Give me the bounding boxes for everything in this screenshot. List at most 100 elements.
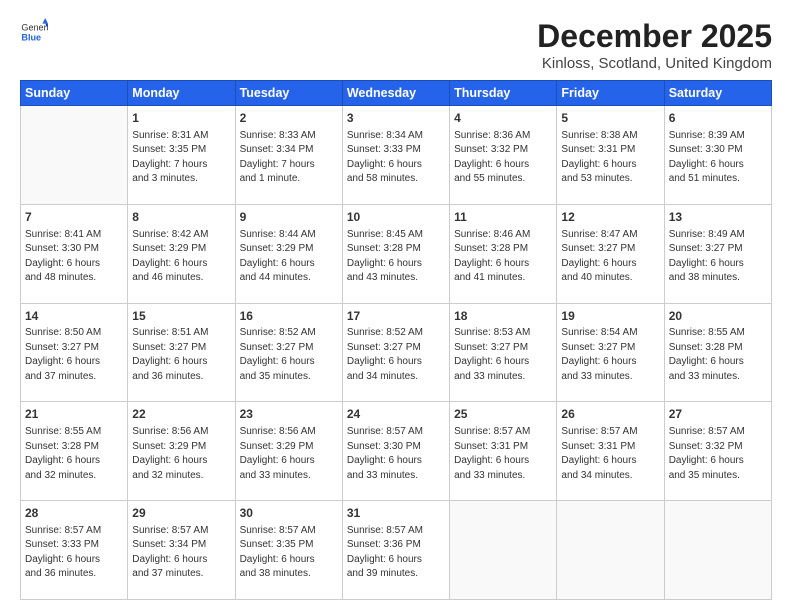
table-row: 25 Sunrise: 8:57 AM Sunset: 3:31 PM Dayli… xyxy=(450,402,557,501)
day-number: 23 xyxy=(240,406,338,423)
day-info: Sunrise: 8:57 AM Sunset: 3:36 PM Dayligh… xyxy=(347,524,445,582)
day-number: 21 xyxy=(25,406,123,423)
day-info: Sunrise: 8:46 AM Sunset: 3:28 PM Dayligh… xyxy=(454,228,552,286)
day-info: Sunrise: 8:57 AM Sunset: 3:32 PM Dayligh… xyxy=(669,425,767,483)
day-number: 24 xyxy=(347,406,445,423)
table-row: 3 Sunrise: 8:34 AM Sunset: 3:33 PM Daylig… xyxy=(342,106,449,205)
day-info: Sunrise: 8:57 AM Sunset: 3:31 PM Dayligh… xyxy=(454,425,552,483)
day-number: 9 xyxy=(240,209,338,226)
table-row: 5 Sunrise: 8:38 AM Sunset: 3:31 PM Daylig… xyxy=(557,106,664,205)
table-row: 10 Sunrise: 8:45 AM Sunset: 3:28 PM Dayli… xyxy=(342,204,449,303)
col-tuesday: Tuesday xyxy=(235,81,342,106)
day-number: 19 xyxy=(561,308,659,325)
day-number: 18 xyxy=(454,308,552,325)
day-info: Sunrise: 8:56 AM Sunset: 3:29 PM Dayligh… xyxy=(132,425,230,483)
day-number: 5 xyxy=(561,110,659,127)
table-row: 6 Sunrise: 8:39 AM Sunset: 3:30 PM Daylig… xyxy=(664,106,771,205)
day-number: 6 xyxy=(669,110,767,127)
day-number: 13 xyxy=(669,209,767,226)
day-info: Sunrise: 8:31 AM Sunset: 3:35 PM Dayligh… xyxy=(132,129,230,187)
day-number: 22 xyxy=(132,406,230,423)
table-row: 14Sunrise: 8:50 AM Sunset: 3:27 PM Dayli… xyxy=(21,303,128,402)
day-info: Sunrise: 8:36 AM Sunset: 3:32 PM Dayligh… xyxy=(454,129,552,187)
day-number: 26 xyxy=(561,406,659,423)
table-row: 16Sunrise: 8:52 AM Sunset: 3:27 PM Dayli… xyxy=(235,303,342,402)
table-row: 26 Sunrise: 8:57 AM Sunset: 3:31 PM Dayli… xyxy=(557,402,664,501)
table-row: 4 Sunrise: 8:36 AM Sunset: 3:32 PM Daylig… xyxy=(450,106,557,205)
title-block: December 2025 Kinloss, Scotland, United … xyxy=(537,18,772,72)
day-info: Sunrise: 8:52 AM Sunset: 3:27 PM Dayligh… xyxy=(240,326,338,384)
day-number: 4 xyxy=(454,110,552,127)
table-row xyxy=(664,501,771,600)
day-info: Sunrise: 8:55 AM Sunset: 3:28 PM Dayligh… xyxy=(669,326,767,384)
day-info: Sunrise: 8:57 AM Sunset: 3:31 PM Dayligh… xyxy=(561,425,659,483)
day-number: 28 xyxy=(25,505,123,522)
table-row: 12 Sunrise: 8:47 AM Sunset: 3:27 PM Dayli… xyxy=(557,204,664,303)
day-number: 8 xyxy=(132,209,230,226)
table-row: 29Sunrise: 8:57 AM Sunset: 3:34 PM Dayli… xyxy=(128,501,235,600)
day-number: 31 xyxy=(347,505,445,522)
table-row: 8 Sunrise: 8:42 AM Sunset: 3:29 PM Daylig… xyxy=(128,204,235,303)
day-number: 20 xyxy=(669,308,767,325)
day-info: Sunrise: 8:57 AM Sunset: 3:34 PM Dayligh… xyxy=(132,524,230,582)
day-number: 15 xyxy=(132,308,230,325)
day-info: Sunrise: 8:50 AM Sunset: 3:27 PM Dayligh… xyxy=(25,326,123,384)
main-title: December 2025 xyxy=(537,18,772,55)
day-info: Sunrise: 8:34 AM Sunset: 3:33 PM Dayligh… xyxy=(347,129,445,187)
day-info: Sunrise: 8:57 AM Sunset: 3:30 PM Dayligh… xyxy=(347,425,445,483)
day-number: 17 xyxy=(347,308,445,325)
table-row: 2 Sunrise: 8:33 AM Sunset: 3:34 PM Daylig… xyxy=(235,106,342,205)
table-row: 17Sunrise: 8:52 AM Sunset: 3:27 PM Dayli… xyxy=(342,303,449,402)
day-info: Sunrise: 8:54 AM Sunset: 3:27 PM Dayligh… xyxy=(561,326,659,384)
col-sunday: Sunday xyxy=(21,81,128,106)
table-row: 15Sunrise: 8:51 AM Sunset: 3:27 PM Dayli… xyxy=(128,303,235,402)
day-number: 11 xyxy=(454,209,552,226)
svg-text:Blue: Blue xyxy=(21,32,41,42)
calendar-week-row: 14Sunrise: 8:50 AM Sunset: 3:27 PM Dayli… xyxy=(21,303,772,402)
day-info: Sunrise: 8:51 AM Sunset: 3:27 PM Dayligh… xyxy=(132,326,230,384)
day-number: 10 xyxy=(347,209,445,226)
day-info: Sunrise: 8:52 AM Sunset: 3:27 PM Dayligh… xyxy=(347,326,445,384)
header: General Blue December 2025 Kinloss, Scot… xyxy=(20,18,772,72)
col-monday: Monday xyxy=(128,81,235,106)
day-number: 16 xyxy=(240,308,338,325)
day-info: Sunrise: 8:49 AM Sunset: 3:27 PM Dayligh… xyxy=(669,228,767,286)
calendar-week-row: 1 Sunrise: 8:31 AM Sunset: 3:35 PM Daylig… xyxy=(21,106,772,205)
logo-icon: General Blue xyxy=(20,18,48,46)
day-info: Sunrise: 8:47 AM Sunset: 3:27 PM Dayligh… xyxy=(561,228,659,286)
day-number: 30 xyxy=(240,505,338,522)
day-info: Sunrise: 8:42 AM Sunset: 3:29 PM Dayligh… xyxy=(132,228,230,286)
table-row xyxy=(21,106,128,205)
day-info: Sunrise: 8:57 AM Sunset: 3:33 PM Dayligh… xyxy=(25,524,123,582)
day-number: 25 xyxy=(454,406,552,423)
table-row: 22 Sunrise: 8:56 AM Sunset: 3:29 PM Dayli… xyxy=(128,402,235,501)
table-row: 19Sunrise: 8:54 AM Sunset: 3:27 PM Dayli… xyxy=(557,303,664,402)
day-number: 3 xyxy=(347,110,445,127)
day-info: Sunrise: 8:55 AM Sunset: 3:28 PM Dayligh… xyxy=(25,425,123,483)
col-friday: Friday xyxy=(557,81,664,106)
table-row: 20Sunrise: 8:55 AM Sunset: 3:28 PM Dayli… xyxy=(664,303,771,402)
day-info: Sunrise: 8:38 AM Sunset: 3:31 PM Dayligh… xyxy=(561,129,659,187)
table-row: 31 Sunrise: 8:57 AM Sunset: 3:36 PM Dayli… xyxy=(342,501,449,600)
day-info: Sunrise: 8:45 AM Sunset: 3:28 PM Dayligh… xyxy=(347,228,445,286)
day-number: 12 xyxy=(561,209,659,226)
day-info: Sunrise: 8:57 AM Sunset: 3:35 PM Dayligh… xyxy=(240,524,338,582)
calendar-week-row: 7 Sunrise: 8:41 AM Sunset: 3:30 PM Daylig… xyxy=(21,204,772,303)
day-number: 1 xyxy=(132,110,230,127)
table-row xyxy=(450,501,557,600)
day-info: Sunrise: 8:41 AM Sunset: 3:30 PM Dayligh… xyxy=(25,228,123,286)
table-row xyxy=(557,501,664,600)
table-row: 27Sunrise: 8:57 AM Sunset: 3:32 PM Dayli… xyxy=(664,402,771,501)
page: General Blue December 2025 Kinloss, Scot… xyxy=(0,0,792,612)
day-number: 14 xyxy=(25,308,123,325)
table-row: 18Sunrise: 8:53 AM Sunset: 3:27 PM Dayli… xyxy=(450,303,557,402)
day-number: 7 xyxy=(25,209,123,226)
day-info: Sunrise: 8:33 AM Sunset: 3:34 PM Dayligh… xyxy=(240,129,338,187)
table-row: 7 Sunrise: 8:41 AM Sunset: 3:30 PM Daylig… xyxy=(21,204,128,303)
svg-text:General: General xyxy=(21,23,48,33)
day-info: Sunrise: 8:39 AM Sunset: 3:30 PM Dayligh… xyxy=(669,129,767,187)
day-number: 2 xyxy=(240,110,338,127)
table-row: 1 Sunrise: 8:31 AM Sunset: 3:35 PM Daylig… xyxy=(128,106,235,205)
table-row: 13 Sunrise: 8:49 AM Sunset: 3:27 PM Dayli… xyxy=(664,204,771,303)
table-row: 24 Sunrise: 8:57 AM Sunset: 3:30 PM Dayli… xyxy=(342,402,449,501)
